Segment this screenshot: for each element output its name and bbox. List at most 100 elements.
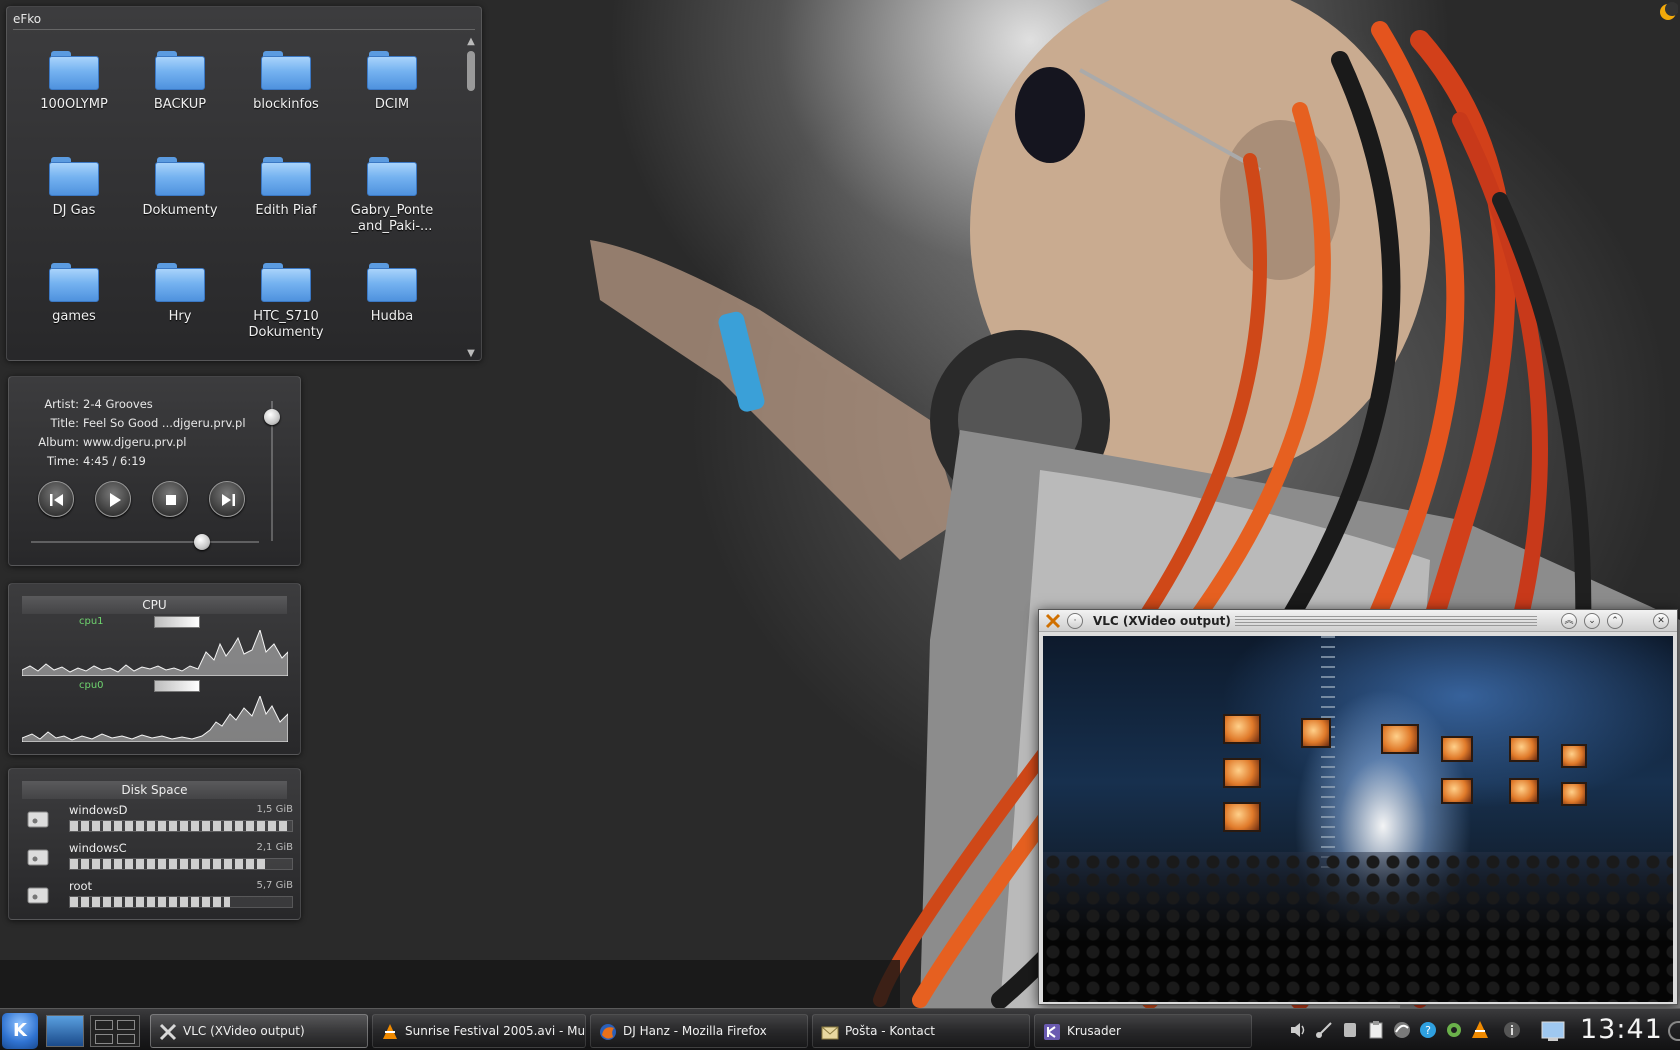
hard-drive-icon	[27, 849, 49, 866]
folder-scrollbar[interactable]: ▲ ▼	[465, 37, 477, 359]
play-button[interactable]	[95, 481, 131, 517]
folder-label: 100OLYMP	[40, 97, 108, 112]
folder-label: Dokumenty	[142, 203, 218, 218]
folder-item[interactable]: 100OLYMP	[21, 43, 127, 149]
close-button[interactable]: ✕	[1653, 613, 1669, 629]
disk-free: 5,7 GiB	[256, 880, 293, 891]
hard-drive-icon	[27, 887, 49, 904]
folder-label: Hry	[168, 309, 192, 324]
cpu0-graph	[22, 696, 288, 742]
stage-screen	[1223, 802, 1261, 832]
stage-screen	[1561, 744, 1587, 768]
folder-item[interactable]: Dokumenty	[127, 149, 233, 255]
titlebar-grip	[1235, 616, 1537, 626]
disk-free: 1,5 GiB	[256, 804, 293, 815]
disk-row[interactable]: windowsD 1,5 GiB	[27, 803, 293, 837]
show-desktop-icon[interactable]	[1540, 1017, 1566, 1043]
moon-icon[interactable]	[1654, 2, 1679, 26]
stop-icon	[166, 495, 176, 505]
cpu-title: CPU	[22, 596, 287, 614]
folder-item[interactable]: Hudba	[339, 255, 445, 361]
task-label: VLC (XVideo output)	[183, 1024, 305, 1038]
stage-screen	[1301, 718, 1331, 748]
desktop-1-pager[interactable]	[46, 1015, 84, 1047]
device-notifier-icon[interactable]	[1340, 1020, 1360, 1040]
folder-label: blockinfos	[253, 97, 319, 112]
task-krusader[interactable]: Krusader	[1034, 1014, 1252, 1048]
scroll-up-icon[interactable]: ▲	[465, 37, 477, 47]
folder-item[interactable]: DJ Gas	[21, 149, 127, 255]
update-icon[interactable]	[1392, 1020, 1412, 1040]
seek-slider[interactable]	[31, 541, 259, 543]
folder-label: DJ Gas	[52, 203, 96, 218]
stop-button[interactable]	[152, 481, 188, 517]
folder-item[interactable]: Hry	[127, 255, 233, 361]
window-titlebar[interactable]: · VLC (XVideo output) ︽ ⌄ ⌃ ✕	[1039, 610, 1677, 632]
disk-row[interactable]: root 5,7 GiB	[27, 879, 293, 913]
previous-button[interactable]	[38, 481, 74, 517]
window-title: VLC (XVideo output)	[1093, 614, 1231, 628]
folder-icon	[49, 157, 99, 197]
task-vlc-window[interactable]: VLC (XVideo output)	[150, 1014, 368, 1048]
cpu0-label: cpu0	[79, 680, 104, 691]
disk-title: Disk Space	[22, 781, 287, 799]
folder-icon	[155, 157, 205, 197]
firefox-icon	[600, 1024, 616, 1040]
folder-item[interactable]: games	[21, 255, 127, 361]
stage-screen	[1509, 736, 1539, 762]
folder-item[interactable]: DCIM	[339, 43, 445, 149]
settings-icon[interactable]	[1444, 1020, 1464, 1040]
disk-name: windowsC	[69, 841, 127, 855]
sticky-button[interactable]: ·	[1067, 613, 1083, 629]
vlc-video-window[interactable]: · VLC (XVideo output) ︽ ⌄ ⌃ ✕	[1038, 609, 1678, 1005]
video-output[interactable]	[1043, 636, 1673, 1002]
task-label: Sunrise Festival 2005.avi - Multi	[405, 1024, 586, 1038]
task-firefox[interactable]: DJ Hanz - Mozilla Firefox	[590, 1014, 808, 1048]
scroll-down-icon[interactable]: ▼	[465, 349, 477, 359]
cpu-monitor-widget: CPU cpu1 cpu0	[8, 583, 301, 755]
disk-space-widget: Disk Space windowsD 1,5 GiB windowsC 2,1…	[8, 768, 301, 920]
volume-knob[interactable]	[264, 409, 280, 425]
panel-toolbox-icon[interactable]	[1668, 1021, 1680, 1041]
folder-icon	[261, 157, 311, 197]
cpu0-meter	[154, 680, 200, 692]
stage-screen	[1509, 778, 1539, 804]
folder-item[interactable]: HTC_S710 Dokumenty	[233, 255, 339, 361]
next-button[interactable]	[209, 481, 245, 517]
minimize-button[interactable]: ⌄	[1584, 613, 1600, 629]
folder-item[interactable]: Gabry_Ponte _and_Paki-...	[339, 149, 445, 255]
maximize-button[interactable]: ⌃	[1607, 613, 1623, 629]
krusader-icon	[1044, 1024, 1060, 1040]
scroll-thumb[interactable]	[467, 51, 475, 91]
vlc-app-icon[interactable]	[1045, 613, 1061, 629]
folder-icon	[155, 51, 205, 91]
folder-icon	[49, 51, 99, 91]
help-icon[interactable]: ?	[1418, 1020, 1438, 1040]
disk-row[interactable]: windowsC 2,1 GiB	[27, 841, 293, 875]
keep-above-button[interactable]: ︽	[1561, 613, 1577, 629]
disk-name: root	[69, 879, 93, 893]
stage-screen	[1223, 714, 1261, 744]
network-icon[interactable]	[1314, 1020, 1334, 1040]
vlc-tray-icon[interactable]	[1470, 1020, 1490, 1040]
folder-item[interactable]: blockinfos	[233, 43, 339, 149]
task-kontact[interactable]: Pošta - Kontact	[812, 1014, 1030, 1048]
hard-drive-icon	[27, 811, 49, 828]
task-label: DJ Hanz - Mozilla Firefox	[623, 1024, 767, 1038]
folder-label: Edith Piaf	[255, 203, 317, 218]
seek-knob[interactable]	[194, 534, 210, 550]
time-value-row: 4:45 / 6:19	[9, 454, 299, 470]
play-icon	[110, 493, 121, 507]
disk-usage-bar	[69, 820, 293, 832]
task-sunrise-festival[interactable]: Sunrise Festival 2005.avi - Multi	[372, 1014, 586, 1048]
desktop-2-pager[interactable]	[90, 1015, 140, 1047]
volume-icon[interactable]	[1288, 1020, 1308, 1040]
kickoff-menu-button[interactable]: K	[2, 1013, 38, 1049]
disk-free: 2,1 GiB	[256, 842, 293, 853]
folder-label: DCIM	[374, 97, 410, 112]
clipboard-icon[interactable]	[1366, 1020, 1386, 1040]
folder-item[interactable]: Edith Piaf	[233, 149, 339, 255]
clock[interactable]: 13:41	[1580, 1014, 1663, 1045]
folder-item[interactable]: BACKUP	[127, 43, 233, 149]
info-icon[interactable]	[1502, 1020, 1522, 1040]
